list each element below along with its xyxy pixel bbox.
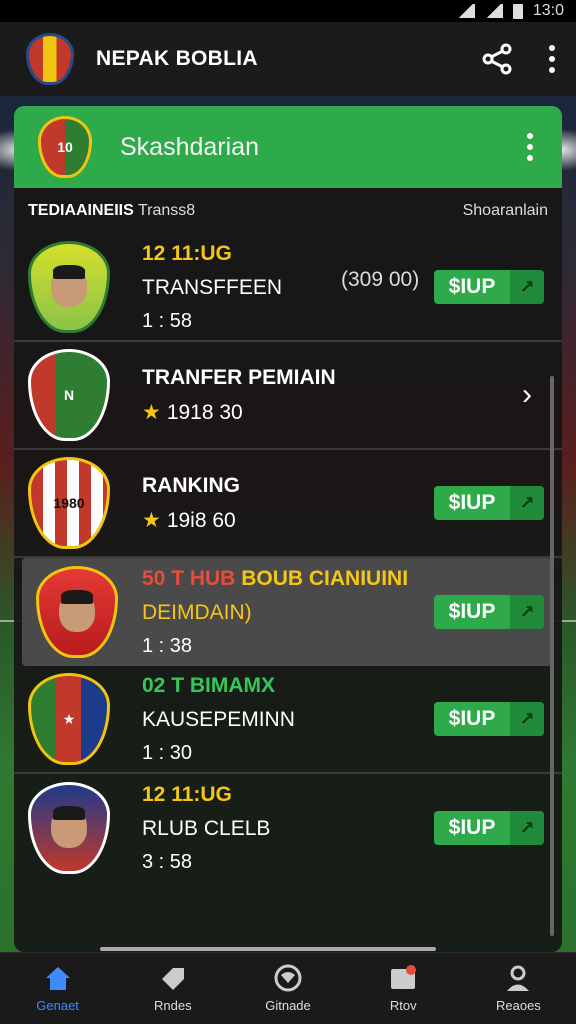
player-badge (36, 566, 118, 658)
chevron-right-icon[interactable]: › (522, 378, 532, 412)
row-time: 3 : 58 (142, 850, 193, 873)
sup-button[interactable]: $IUP ↗ (434, 811, 544, 845)
signal-icon (484, 4, 503, 18)
row-title: TRANFER PEMIAIN (142, 365, 336, 389)
person-icon (503, 964, 533, 992)
row-tag: 12 11:UG (142, 782, 232, 806)
player-face-icon (51, 265, 87, 307)
row-price: (309 00) (341, 268, 420, 291)
list-item[interactable]: 12 11:UG TRANSFFEEN 1 : 58 (309 00) $IUP… (14, 234, 562, 342)
row-time: 1 : 38 (142, 634, 193, 657)
club-crest: 10 (38, 116, 92, 178)
list-item-selected[interactable]: 50 T HUB BOUB CIANIUINI DEIMDAIN) 1 : 38… (22, 558, 552, 666)
club-badge: ★ (28, 673, 110, 765)
player-badge (28, 241, 110, 333)
tag-icon (158, 964, 188, 992)
sup-button[interactable]: $IUP ↗ (434, 486, 544, 520)
transfer-list: 12 11:UG TRANSFFEEN 1 : 58 (309 00) $IUP… (14, 234, 562, 882)
arrow-icon: ↗ (510, 811, 544, 845)
list-item[interactable]: 12 11:UG RLUB CLELB 3 : 58 $IUP ↗ (14, 774, 562, 882)
status-time: 13:0 (532, 2, 564, 19)
nav-item-reaoes[interactable]: Reaoes (461, 953, 576, 1024)
row-rating: 19i8 60 (166, 508, 236, 532)
share-icon[interactable] (480, 42, 514, 76)
sup-button[interactable]: $IUP ↗ (434, 270, 544, 304)
inbox-icon (388, 964, 418, 992)
list-item[interactable]: 1980 RANKING ★ 19i8 60 $IUP ↗ (14, 450, 562, 558)
app-bar: NEPAK BOBLIA (0, 22, 576, 96)
arrow-icon: ↗ (510, 486, 544, 520)
player-badge (28, 782, 110, 874)
battery-icon (512, 3, 523, 19)
home-icon (43, 964, 73, 992)
arrow-icon: ↗ (510, 595, 544, 629)
app-title: NEPAK BOBLIA (96, 47, 258, 70)
player-face-icon (59, 590, 95, 632)
status-bar: 13:0 (0, 0, 576, 22)
more-vertical-icon[interactable] (548, 45, 556, 73)
star-icon: ★ (142, 400, 161, 424)
nav-item-gitnade[interactable]: Gitnade (230, 953, 345, 1024)
star-icon: ★ (142, 508, 161, 532)
ball-icon (273, 964, 303, 992)
list-item[interactable]: N TRANFER PEMIAIN ★ 1918 30 › (14, 342, 562, 450)
panel-subheader: TEDIAAINEIIS Transs8 Shoaranlain (14, 188, 562, 234)
arrow-icon: ↗ (510, 702, 544, 736)
panel-menu-icon[interactable] (526, 133, 534, 161)
club-badge: N (28, 349, 110, 441)
player-face-icon (51, 806, 87, 848)
transfer-panel: 10 Skashdarian TEDIAAINEIIS Transs8 Shoa… (14, 106, 562, 952)
row-time: 1 : 58 (142, 309, 193, 332)
bottom-nav: Genaet Rndes Gitnade Rtov Reaoes (0, 952, 576, 1024)
subheader-left: TEDIAAINEIIS Transs8 (28, 202, 196, 219)
row-time: 1 : 30 (142, 741, 193, 764)
club-badge: 1980 (28, 457, 110, 549)
subheader-right[interactable]: Shoaranlain (463, 202, 548, 220)
wifi-icon (456, 4, 475, 18)
panel-header: 10 Skashdarian (14, 106, 562, 188)
row-tag: 02 T BIMAMX (142, 673, 276, 697)
row-rating: 1918 30 (166, 400, 243, 424)
sup-button[interactable]: $IUP ↗ (434, 702, 544, 736)
row-tag: 12 11:UG (142, 241, 232, 265)
home-indicator (100, 947, 436, 951)
app-logo (26, 33, 74, 85)
arrow-icon: ↗ (510, 270, 544, 304)
panel-title: Skashdarian (120, 132, 259, 161)
nav-item-home[interactable]: Genaet (0, 953, 115, 1024)
row-tag: 50 T HUB (142, 566, 236, 590)
row-title: BOUB CIANIUINI (241, 566, 409, 590)
sup-button[interactable]: $IUP ↗ (434, 595, 544, 629)
list-item[interactable]: ★ 02 T BIMAMX KAUSEPEMINN 1 : 30 $IUP ↗ (14, 666, 562, 774)
nav-item-rndes[interactable]: Rndes (115, 953, 230, 1024)
nav-item-rtov[interactable]: Rtov (346, 953, 461, 1024)
scrollbar[interactable] (550, 376, 554, 936)
